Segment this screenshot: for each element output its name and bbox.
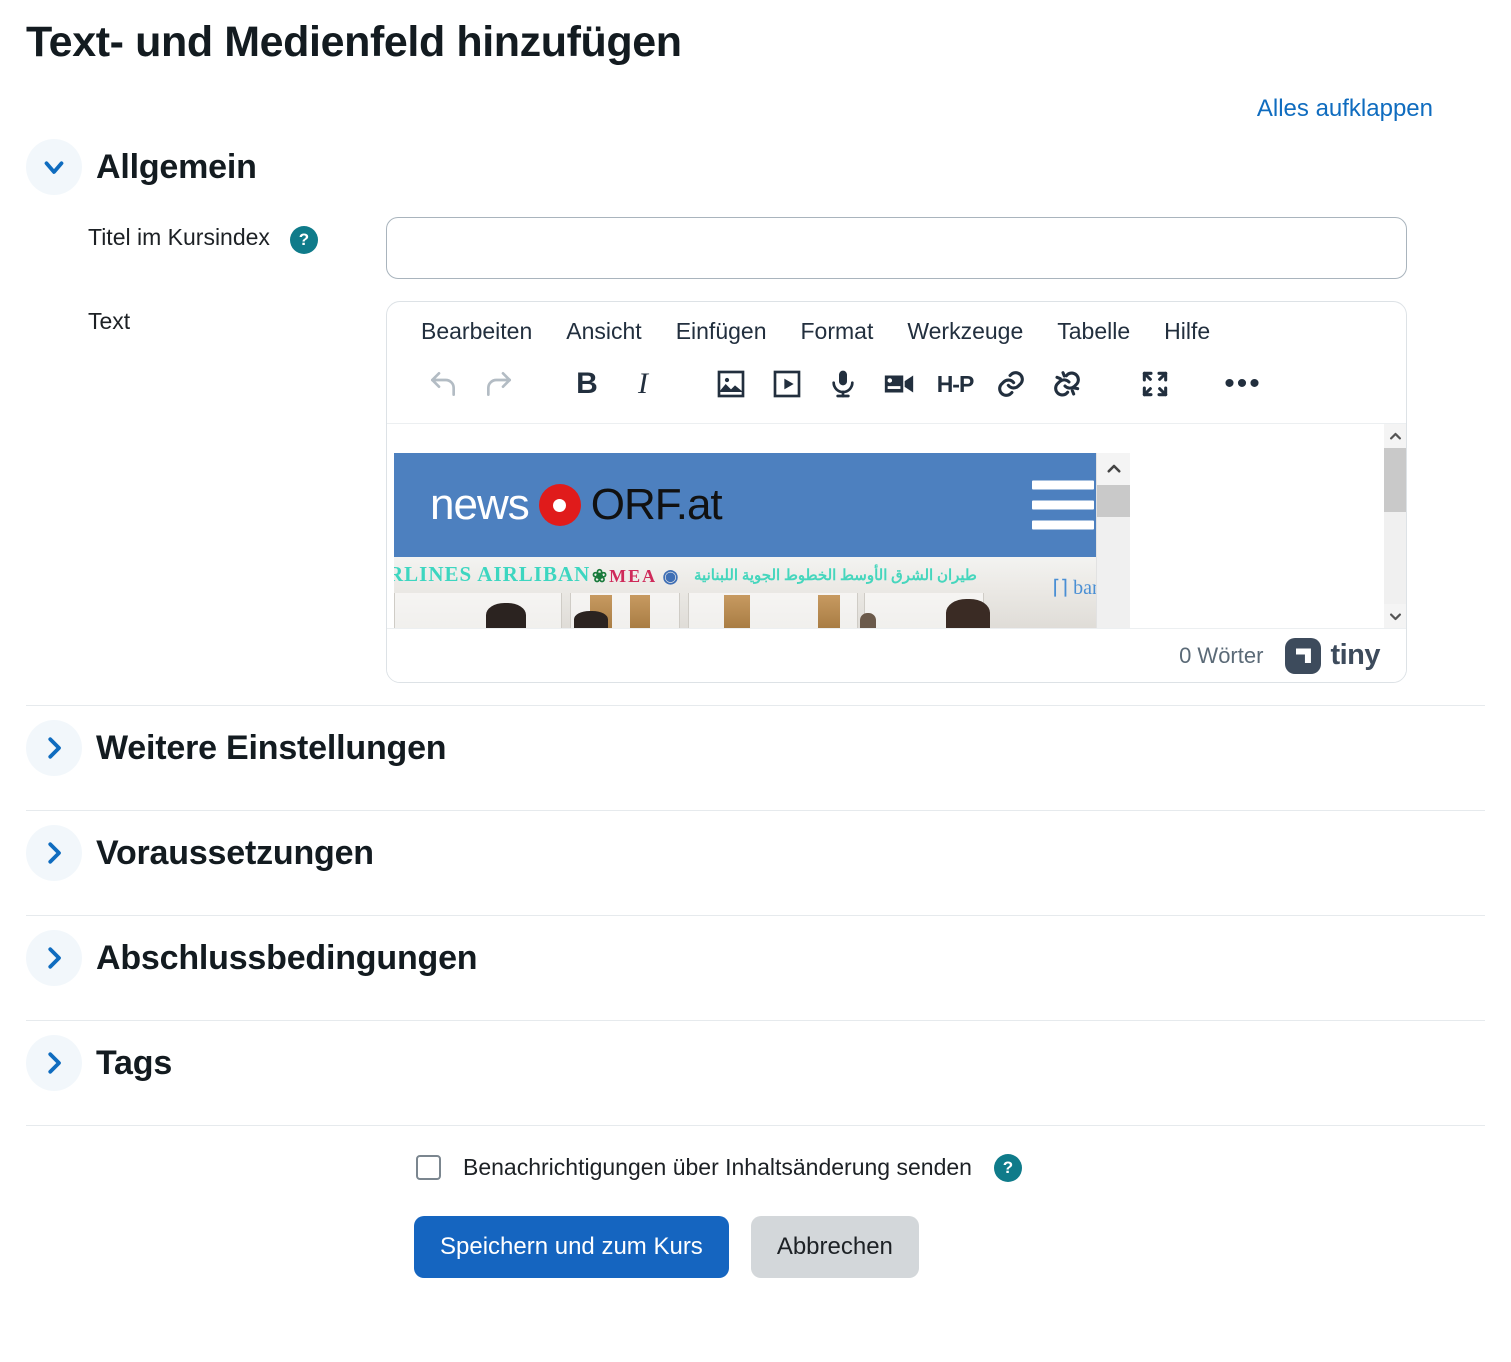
editor-scroll-up-icon[interactable] — [1384, 424, 1406, 449]
notify-checkbox[interactable] — [416, 1154, 441, 1180]
editor-status-bar: 0 Wörter tiny — [387, 628, 1406, 683]
section-title-allgemein: Allgemein — [96, 147, 257, 186]
tinymce-brand-text: tiny — [1330, 639, 1380, 672]
bold-icon[interactable]: B — [559, 359, 615, 409]
chevron-down-icon[interactable] — [26, 139, 82, 196]
control-text: Bearbeiten Ansicht Einfügen Format Werkz… — [386, 301, 1485, 684]
h5p-icon[interactable]: H-P — [927, 359, 983, 409]
menu-ansicht[interactable]: Ansicht — [566, 318, 641, 345]
word-count: 0 Wörter — [1179, 642, 1264, 668]
index-title-input[interactable] — [386, 217, 1407, 280]
orf-target-icon — [538, 484, 581, 527]
menu-einfuegen[interactable]: Einfügen — [676, 318, 767, 345]
photo-sign-airline: RLINES AIRLIBAN — [394, 562, 591, 587]
form-row-text: Text Bearbeiten Ansicht Einfügen Format … — [26, 301, 1485, 684]
chevron-right-icon[interactable] — [26, 825, 82, 882]
editor-content-area[interactable]: news ORF.at RLINES AIRLIBAN ❀MEA ◉ طيران… — [387, 423, 1406, 629]
orf-logo[interactable]: news ORF.at — [430, 480, 723, 530]
h5p-glyph: H-P — [936, 370, 975, 397]
more-glyph: ••• — [1224, 367, 1262, 401]
divider-5 — [26, 1125, 1485, 1127]
link-icon[interactable] — [983, 359, 1039, 409]
form-row-index-title: Titel im Kursindex ? — [26, 217, 1485, 280]
notify-label: Benachrichtigungen über Inhaltsänderung … — [463, 1153, 972, 1180]
bold-glyph: B — [576, 367, 598, 401]
label-text-text: Text — [88, 308, 131, 335]
chevron-right-icon[interactable] — [26, 1035, 82, 1092]
editor-scrollbar[interactable] — [1384, 424, 1406, 629]
iframe-scroll-up-icon[interactable] — [1097, 453, 1130, 486]
hamburger-menu-icon[interactable] — [1032, 480, 1094, 530]
section-title-abschlussbedingungen: Abschlussbedingungen — [96, 938, 478, 977]
orf-logo-news: news — [430, 480, 530, 530]
orf-logo-site: ORF.at — [590, 480, 723, 530]
form-actions: Speichern und zum Kurs Abbrechen — [26, 1216, 1485, 1279]
menu-format[interactable]: Format — [801, 318, 874, 345]
microphone-icon[interactable] — [815, 359, 871, 409]
iframe-scroll-thumb[interactable] — [1097, 485, 1130, 518]
label-text: Text — [26, 301, 386, 683]
menu-tabelle[interactable]: Tabelle — [1057, 318, 1130, 345]
section-title-tags: Tags — [96, 1043, 173, 1082]
section-title-weitere-einstellungen: Weitere Einstellungen — [96, 728, 447, 767]
editor-canvas[interactable]: news ORF.at RLINES AIRLIBAN ❀MEA ◉ طيران… — [387, 424, 1384, 629]
save-and-return-button[interactable]: Speichern und zum Kurs — [414, 1216, 729, 1279]
page-title: Text- und Medienfeld hinzufügen — [26, 18, 682, 66]
cancel-button[interactable]: Abbrechen — [750, 1216, 919, 1279]
control-index-title — [386, 217, 1485, 280]
editor-scroll-down-icon[interactable] — [1384, 604, 1406, 629]
italic-glyph: I — [638, 367, 648, 401]
photo-sign-mea: ❀MEA ◉ — [592, 566, 681, 587]
photo-sign-arabic: طيران الشرق الأوسط الخطوط الجوية اللبنان… — [694, 568, 977, 585]
media-icon[interactable] — [759, 359, 815, 409]
section-header-voraussetzungen[interactable]: Voraussetzungen — [26, 811, 1485, 893]
undo-icon[interactable] — [415, 359, 471, 409]
image-icon[interactable] — [703, 359, 759, 409]
menu-hilfe[interactable]: Hilfe — [1164, 318, 1210, 345]
italic-icon[interactable]: I — [615, 359, 671, 409]
orf-article-photo: RLINES AIRLIBAN ❀MEA ◉ طيران الشرق الأوس… — [394, 557, 1130, 629]
expand-all-link[interactable]: Alles aufklappen — [1257, 95, 1433, 122]
video-camera-icon[interactable] — [871, 359, 927, 409]
chevron-right-icon[interactable] — [26, 720, 82, 777]
section-header-allgemein[interactable]: Allgemein — [26, 139, 1485, 196]
editor-scroll-thumb[interactable] — [1384, 448, 1406, 513]
section-title-voraussetzungen: Voraussetzungen — [96, 833, 374, 872]
photo-sign-bank: ⌈⌉ ban — [1052, 577, 1103, 600]
section-header-abschlussbedingungen[interactable]: Abschlussbedingungen — [26, 916, 1485, 998]
embedded-orf-page[interactable]: news ORF.at RLINES AIRLIBAN ❀MEA ◉ طيران… — [394, 453, 1130, 629]
orf-site-header: news ORF.at — [394, 453, 1130, 558]
more-icon[interactable]: ••• — [1215, 359, 1271, 409]
menu-werkzeuge[interactable]: Werkzeuge — [907, 318, 1023, 345]
section-header-tags[interactable]: Tags — [26, 1021, 1485, 1103]
notify-row: Benachrichtigungen über Inhaltsänderung … — [26, 1152, 1485, 1183]
editor-menubar: Bearbeiten Ansicht Einfügen Format Werkz… — [387, 302, 1406, 353]
help-circle-icon[interactable]: ? — [993, 1154, 1022, 1183]
unlink-icon[interactable] — [1039, 359, 1095, 409]
fullscreen-icon[interactable] — [1127, 359, 1183, 409]
label-index-title: Titel im Kursindex ? — [26, 217, 386, 279]
section-header-weitere-einstellungen[interactable]: Weitere Einstellungen — [26, 706, 1485, 788]
tinymce-logo-icon[interactable]: tiny — [1285, 637, 1380, 674]
label-index-title-text: Titel im Kursindex — [88, 224, 270, 251]
help-circle-icon[interactable]: ? — [289, 226, 318, 255]
tinymce-mark — [1285, 637, 1322, 674]
tinymce-editor: Bearbeiten Ansicht Einfügen Format Werkz… — [386, 301, 1407, 684]
expand-all-row: Alles aufklappen — [26, 95, 1485, 123]
chevron-right-icon[interactable] — [26, 930, 82, 987]
menu-bearbeiten[interactable]: Bearbeiten — [421, 318, 532, 345]
iframe-scrollbar[interactable] — [1096, 453, 1130, 629]
page-root: Text- und Medienfeld hinzufügen Alles au… — [0, 18, 1511, 1362]
editor-toolbar: B I H-P ••• — [387, 353, 1406, 423]
redo-icon[interactable] — [471, 359, 527, 409]
